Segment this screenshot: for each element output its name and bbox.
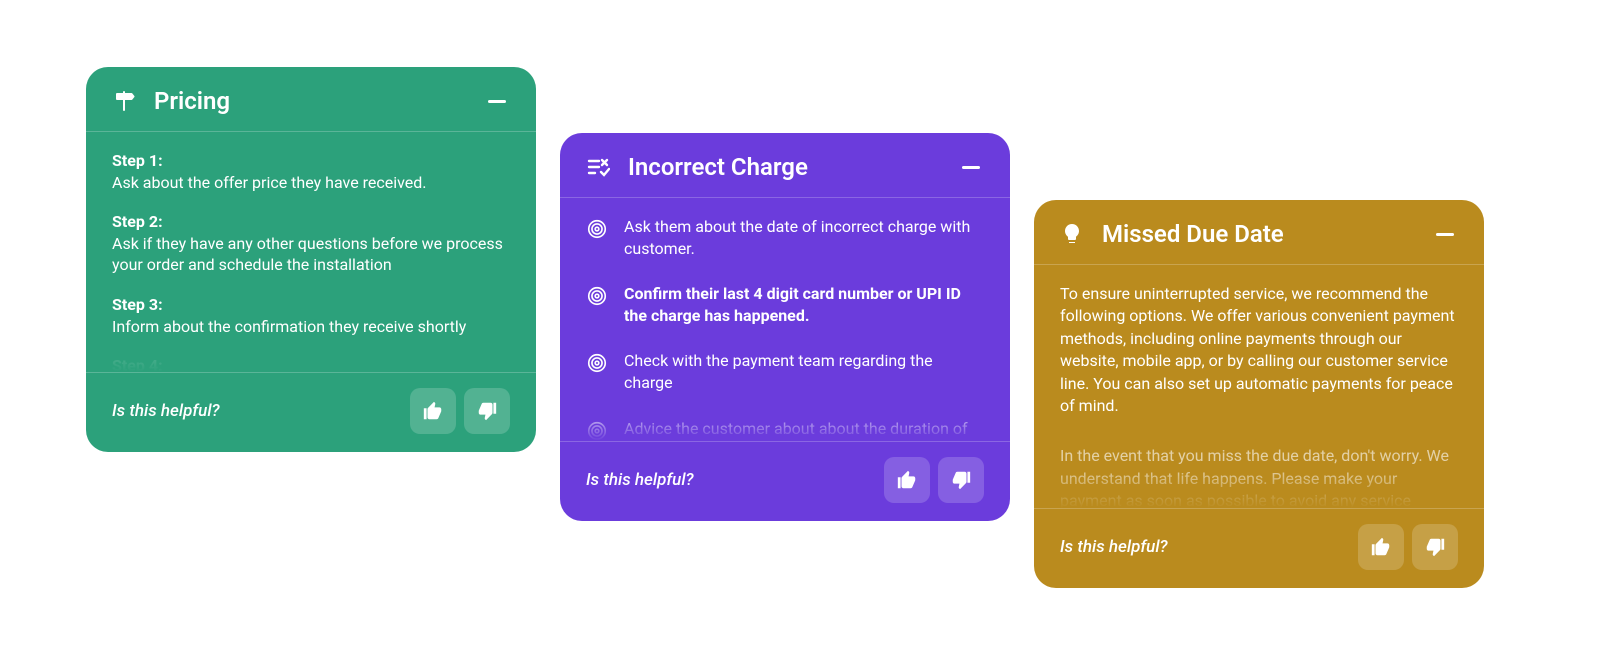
target-icon: [586, 418, 608, 441]
missed-due-date-card: Missed Due Date To ensure uninterrupted …: [1034, 200, 1484, 588]
card-title: Incorrect Charge: [628, 153, 944, 181]
collapse-button[interactable]: [488, 100, 506, 103]
card-title: Pricing: [154, 87, 470, 115]
step-item: Step 1: Ask about the offer price they h…: [112, 150, 510, 193]
step-item: Step 2: Ask if they have any other quest…: [112, 211, 510, 276]
step-text: Ask about the offer price they have rece…: [112, 173, 427, 192]
card-body: Step 1: Ask about the offer price they h…: [86, 132, 536, 372]
divider: [86, 372, 536, 373]
thumbs-down-button[interactable]: [464, 388, 510, 434]
list-item: Confirm their last 4 digit card number o…: [586, 283, 984, 350]
card-header: Incorrect Charge: [560, 133, 1010, 197]
thumbs-up-button[interactable]: [410, 388, 456, 434]
list-item: Check with the payment team regarding th…: [586, 350, 984, 417]
helpful-prompt: Is this helpful?: [586, 470, 876, 490]
divider: [1034, 508, 1484, 509]
step-item: Step 3: Inform about the confirmation th…: [112, 294, 510, 337]
card-footer: Is this helpful?: [86, 372, 536, 452]
thumbs-down-button[interactable]: [1412, 524, 1458, 570]
thumbs-up-button[interactable]: [1358, 524, 1404, 570]
step-label: Step 2:: [112, 212, 163, 231]
card-header: Missed Due Date: [1034, 200, 1484, 264]
step-label: Step 4:: [112, 356, 163, 372]
thumbs-down-button[interactable]: [938, 457, 984, 503]
pricing-card: Pricing Step 1: Ask about the offer pric…: [86, 67, 536, 452]
step-text: Inform about the confirmation they recei…: [112, 317, 466, 336]
card-title: Missed Due Date: [1102, 220, 1418, 248]
thumbs-up-button[interactable]: [884, 457, 930, 503]
incorrect-charge-card: Incorrect Charge Ask them about the date…: [560, 133, 1010, 521]
target-icon: [586, 216, 608, 259]
card-body: Ask them about the date of incorrect cha…: [560, 198, 1010, 441]
step-item: Step 4: Receive your confirmation shortl…: [112, 355, 510, 372]
collapse-button[interactable]: [962, 166, 980, 169]
list-item-text: Confirm their last 4 digit card number o…: [624, 283, 984, 326]
checklist-icon: [586, 155, 610, 179]
helpful-prompt: Is this helpful?: [1060, 537, 1350, 557]
list-item: Ask them about the date of incorrect cha…: [586, 216, 984, 283]
card-footer: Is this helpful?: [560, 441, 1010, 521]
card-footer: Is this helpful?: [1034, 508, 1484, 588]
collapse-button[interactable]: [1436, 233, 1454, 236]
list-item-text: Ask them about the date of incorrect cha…: [624, 216, 984, 259]
divider: [560, 441, 1010, 442]
paragraph: In the event that you miss the due date,…: [1060, 445, 1458, 508]
list-item-text: Check with the payment team regarding th…: [624, 350, 984, 393]
helpful-prompt: Is this helpful?: [112, 401, 402, 421]
step-label: Step 1:: [112, 151, 163, 170]
step-text: Ask if they have any other questions bef…: [112, 234, 503, 275]
target-icon: [586, 350, 608, 393]
list-item-text: Advice the customer about about the dura…: [624, 418, 984, 441]
paragraph: To ensure uninterrupted service, we reco…: [1060, 283, 1458, 417]
signpost-icon: [112, 89, 136, 113]
list-item: Advice the customer about about the dura…: [586, 418, 984, 441]
target-icon: [586, 283, 608, 326]
lightbulb-icon: [1060, 222, 1084, 246]
card-header: Pricing: [86, 67, 536, 131]
step-label: Step 3:: [112, 295, 163, 314]
card-body: To ensure uninterrupted service, we reco…: [1034, 265, 1484, 508]
